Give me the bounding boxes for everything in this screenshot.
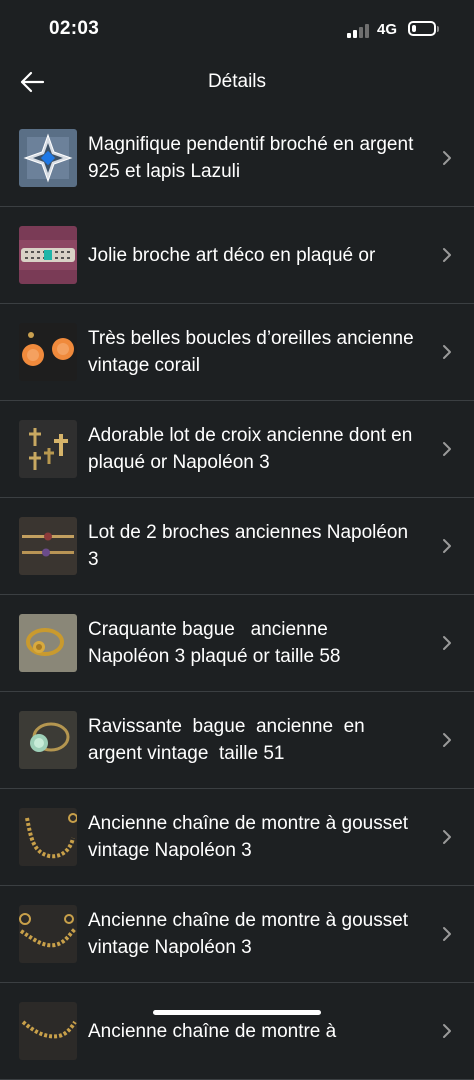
chevron-right-icon: [442, 829, 452, 845]
item-title: Ancienne chaîne de montre à gousset vint…: [88, 910, 414, 958]
chevron-right-icon: [442, 732, 452, 748]
chevron-right-icon: [442, 247, 452, 263]
item-thumbnail: [19, 517, 77, 575]
chevron-right-icon: [442, 1023, 452, 1039]
item-title: Lot de 2 broches anciennes Napoléon 3: [88, 522, 414, 570]
chevron-right-icon: [442, 538, 452, 554]
battery-icon: [408, 21, 436, 36]
item-thumbnail: [19, 711, 77, 769]
list-item[interactable]: Magnifique pendentif broché en argent 92…: [0, 110, 474, 207]
chevron-right-icon: [442, 635, 452, 651]
chevron-right-icon: [442, 441, 452, 457]
list-item[interactable]: Ancienne chaîne de montre à: [0, 983, 474, 1080]
signal-icon: [347, 22, 371, 38]
list-item[interactable]: Ravissante bague ancienne en argent vint…: [0, 692, 474, 789]
item-thumbnail: [19, 226, 77, 284]
network-label: 4G: [377, 21, 398, 38]
item-thumbnail: [19, 614, 77, 672]
item-title: Ancienne chaîne de montre à: [88, 1020, 337, 1042]
item-title: Jolie broche art déco en plaqué or: [88, 244, 376, 266]
status-time: 02:03: [49, 18, 100, 39]
navigation-bar: Détails: [0, 56, 474, 110]
item-thumbnail: [19, 808, 77, 866]
item-thumbnail: [19, 323, 77, 381]
chevron-right-icon: [442, 150, 452, 166]
item-title: Ancienne chaîne de montre à gousset vint…: [88, 813, 414, 861]
battery-cap: [437, 26, 439, 32]
list-item[interactable]: Ancienne chaîne de montre à gousset vint…: [0, 886, 474, 983]
chevron-right-icon: [442, 344, 452, 360]
item-thumbnail: [19, 905, 77, 963]
list-item[interactable]: Ancienne chaîne de montre à gousset vint…: [0, 789, 474, 886]
list-item[interactable]: Jolie broche art déco en plaqué or: [0, 207, 474, 304]
list-item[interactable]: Adorable lot de croix ancienne dont en p…: [0, 401, 474, 498]
list-item[interactable]: Très belles boucles d’oreilles ancienne …: [0, 304, 474, 401]
item-title: Très belles boucles d’oreilles ancienne …: [88, 328, 419, 376]
item-thumbnail: [19, 420, 77, 478]
item-title: Craquante bague ancienne Napoléon 3 plaq…: [88, 619, 341, 667]
item-title: Ravissante bague ancienne en argent vint…: [88, 716, 371, 764]
item-title: Magnifique pendentif broché en argent 92…: [88, 134, 419, 182]
chevron-right-icon: [442, 926, 452, 942]
home-indicator: [153, 1010, 321, 1015]
list-item[interactable]: Craquante bague ancienne Napoléon 3 plaq…: [0, 595, 474, 692]
battery-fill: [412, 25, 416, 32]
status-bar: 02:03 4G: [0, 0, 474, 56]
item-thumbnail: [19, 1002, 77, 1060]
item-list: Magnifique pendentif broché en argent 92…: [0, 110, 474, 1080]
page-title: Détails: [207, 71, 267, 92]
item-thumbnail: [19, 129, 77, 187]
item-title: Adorable lot de croix ancienne dont en p…: [88, 425, 418, 473]
list-item[interactable]: Lot de 2 broches anciennes Napoléon 3: [0, 498, 474, 595]
